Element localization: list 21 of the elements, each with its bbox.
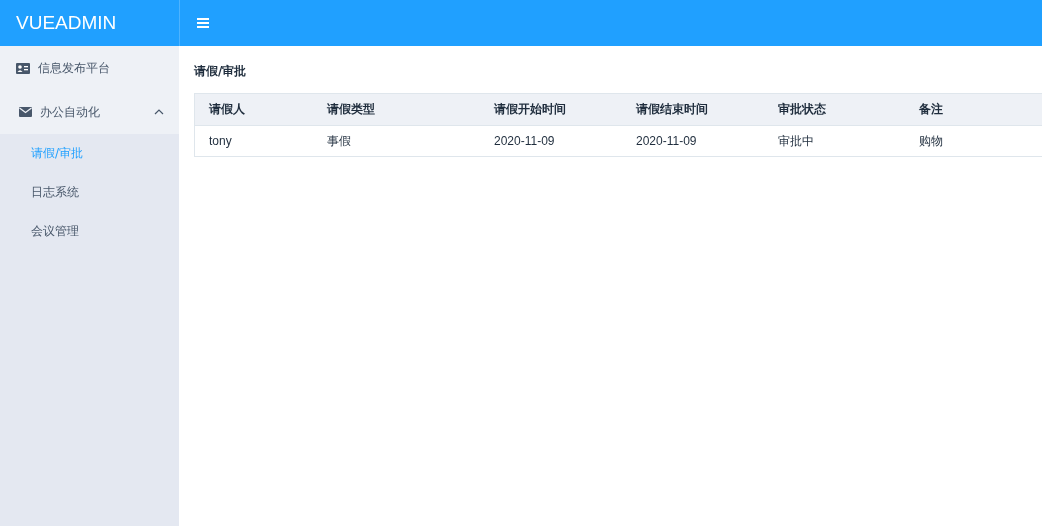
submenu-item[interactable]: 会议管理 — [0, 212, 179, 251]
envelope-icon — [19, 107, 32, 117]
menu-item[interactable]: 信息发布平台 — [0, 46, 179, 90]
submenu-item[interactable]: 日志系统 — [0, 173, 179, 212]
menu-icon[interactable] — [197, 18, 209, 28]
page-title: 请假/审批 — [194, 63, 248, 80]
table-cell-text: tony — [208, 134, 233, 148]
chevron-up-icon — [154, 109, 164, 115]
table-cell-text: 购物 — [918, 132, 944, 150]
id-card-icon — [16, 62, 30, 74]
table-cell-text: 2020-11-09 — [635, 134, 698, 148]
table-cell-text: 事假 — [326, 132, 352, 150]
menu-item[interactable]: 办公自动化 — [0, 90, 179, 134]
column-header: 请假结束时间 — [635, 101, 709, 118]
column-header: 审批状态 — [777, 101, 827, 118]
column-header: 请假开始时间 — [493, 101, 567, 118]
column-header: 请假人 — [208, 101, 246, 118]
table-cell-text: 2020-11-09 — [493, 134, 556, 148]
column-header: 请假类型 — [326, 101, 376, 118]
column-header: 备注 — [918, 101, 944, 118]
table-cell-text: 审批中 — [777, 132, 815, 150]
